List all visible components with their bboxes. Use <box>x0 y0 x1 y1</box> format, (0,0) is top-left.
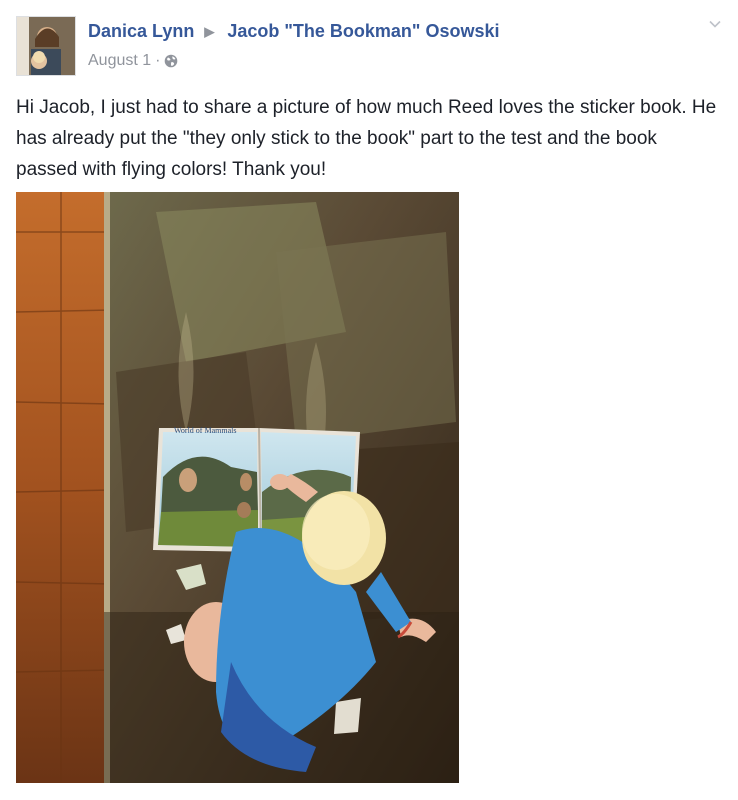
post-meta: August 1 · <box>88 52 178 70</box>
avatar[interactable] <box>16 16 76 76</box>
recipient-name[interactable]: Jacob "The Bookman" Osowski <box>227 21 499 42</box>
book-title: World of Mammals <box>174 426 236 435</box>
author-name[interactable]: Danica Lynn <box>88 21 194 42</box>
globe-icon[interactable] <box>164 54 178 68</box>
facebook-post: Danica Lynn ▶ Jacob "The Bookman" Osowsk… <box>0 0 738 800</box>
meta-separator: · <box>155 52 161 69</box>
post-header-names: Danica Lynn ▶ Jacob "The Bookman" Osowsk… <box>88 21 500 42</box>
post-photo[interactable]: World of Mammals <box>16 192 459 783</box>
chevron-down-icon[interactable] <box>708 17 722 31</box>
post-message: Hi Jacob, I just had to share a picture … <box>16 97 717 180</box>
arrow-right-icon: ▶ <box>204 23 215 39</box>
post-date[interactable]: August 1 <box>88 52 151 70</box>
